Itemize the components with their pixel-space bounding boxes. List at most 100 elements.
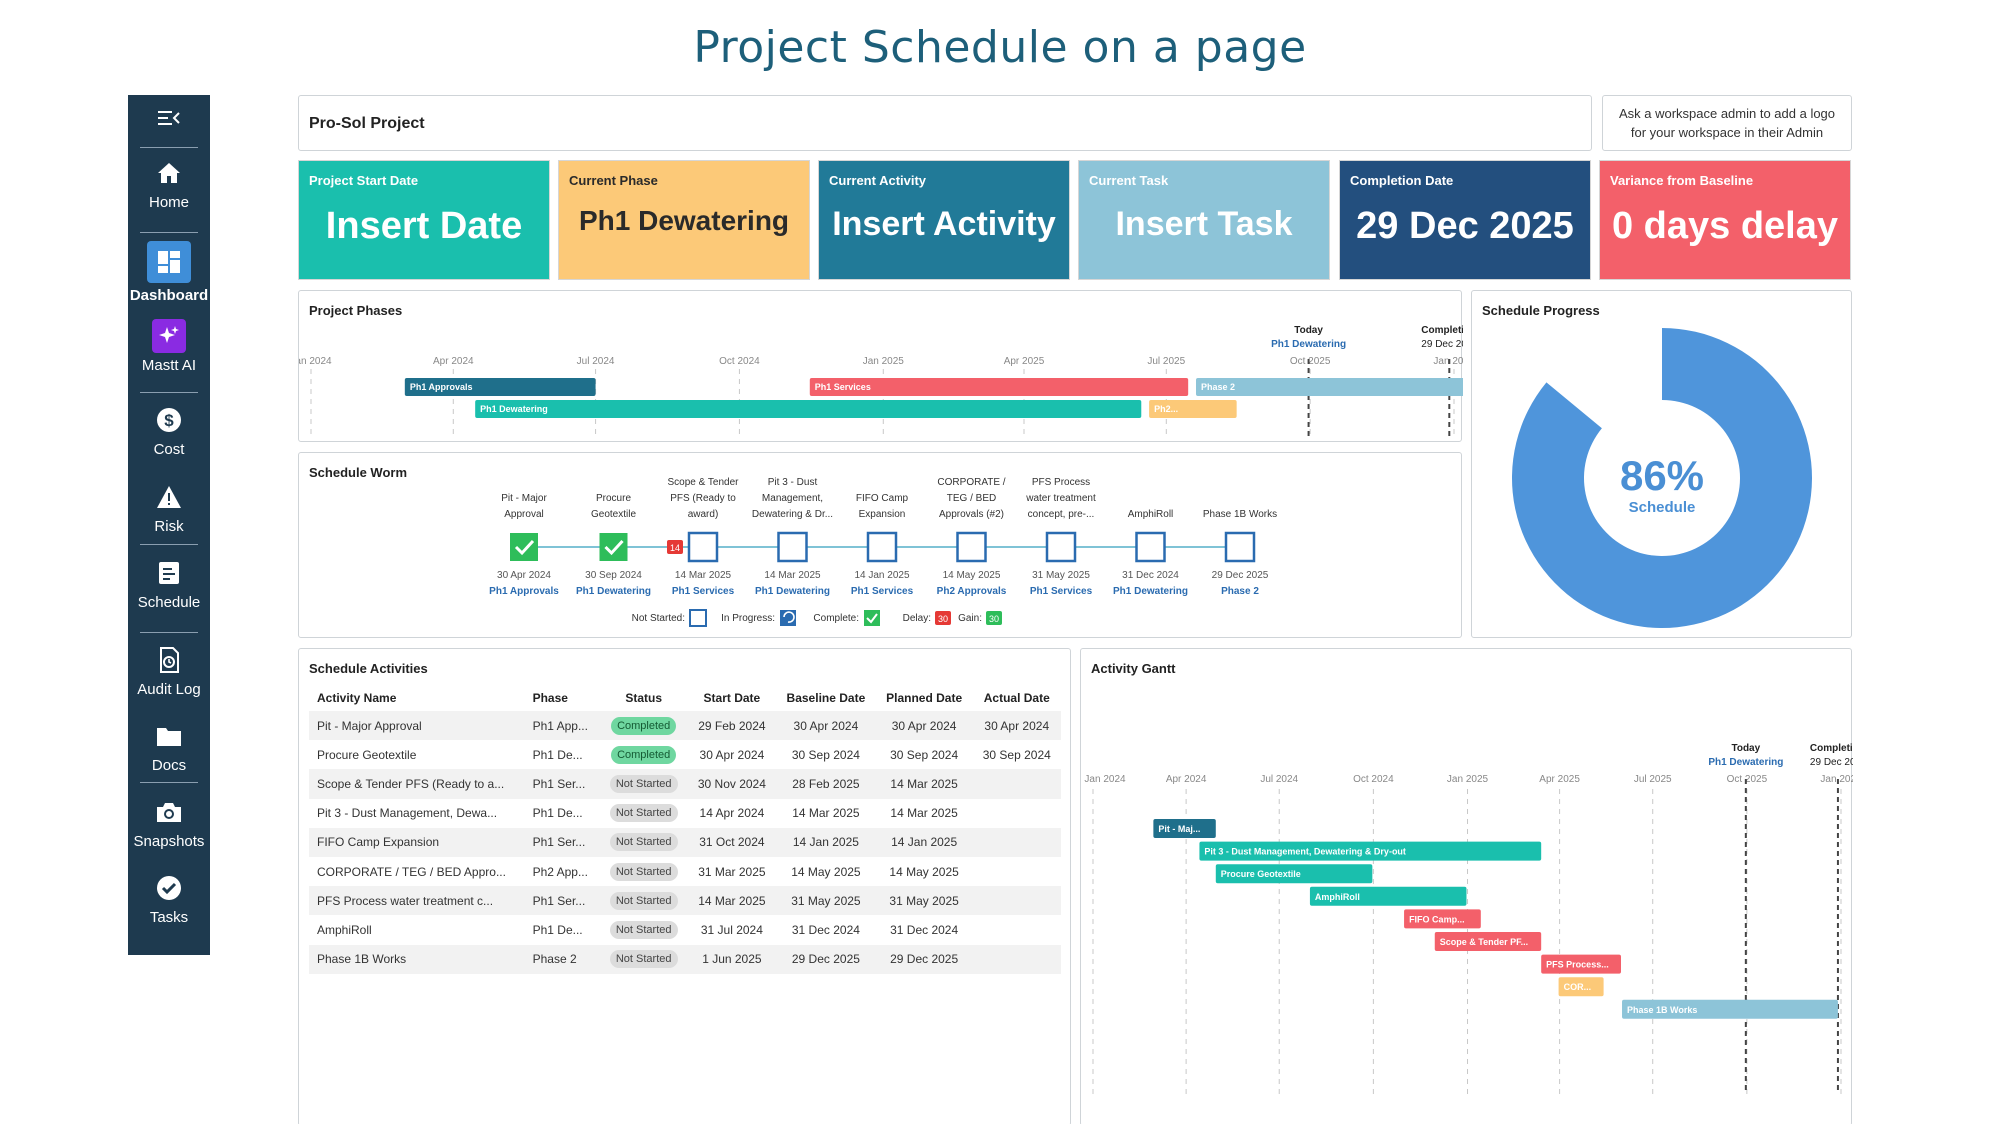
table-cell: Ph1 Ser... (524, 886, 600, 916)
sidebar-item-risk[interactable]: Risk (128, 474, 210, 544)
kpi-label: Completion Date (1350, 173, 1454, 188)
worm-milestone[interactable]: Phase 1B Works 29 Dec 2025 Phase 2 (1203, 509, 1277, 597)
sidebar-item-snapshots[interactable]: Snapshots (128, 789, 210, 859)
sidebar-item-home[interactable]: Home (128, 150, 210, 220)
table-cell: 31 May 2025 (875, 886, 973, 916)
table-row[interactable]: Pit - Major Approval Ph1 App... Completed 2… (309, 711, 1061, 741)
project-name: Pro-Sol Project (309, 115, 425, 132)
sidebar-item-label: Home (148, 194, 189, 211)
milestone-name: CORPORATE / TEG / BED Approvals (#2) (937, 477, 1005, 520)
worm-milestone[interactable]: FIFO Camp Expansion 14 Jan 2025 Ph1 Service… (851, 493, 914, 597)
page: Project Schedule on a page Home Dashboard… (0, 0, 2000, 1124)
sidebar-item-label: Docs (151, 757, 187, 774)
sidebar-item-cost[interactable]: $ Cost (128, 397, 210, 467)
worm-milestone[interactable]: Pit 3 - Dust Management, Dewatering & Dr..… (752, 477, 833, 597)
kpi-value: Insert Task (1115, 205, 1293, 243)
table-cell: 30 Sep 2024 (791, 747, 860, 762)
table-row[interactable]: Procure Geotextile Ph1 De... Completed 30 A… (309, 740, 1061, 769)
worm-milestone[interactable]: Scope & Tender PFS (Ready to award) 14 14 Ma… (667, 477, 739, 597)
sidebar-item-dashboard[interactable]: Dashboard (128, 235, 210, 305)
status-badge: Not Started (609, 804, 678, 823)
folder-icon (152, 719, 186, 753)
table-row[interactable]: PFS Process water treatment c... Ph1 Ser.… (309, 886, 1061, 916)
sidebar-item-label: Cost (153, 441, 185, 458)
milestone-date: 14 May 2025 (943, 570, 1001, 581)
table-cell: 14 Jan 2025 (776, 827, 876, 857)
legend-delay-label: Delay: (903, 613, 931, 624)
column-header[interactable]: Baseline Date (776, 685, 876, 711)
kpi-label: Current Phase (569, 173, 658, 188)
worm-milestone[interactable]: CORPORATE / TEG / BED Approvals (#2) 14 May… (937, 477, 1007, 597)
kpi-value: Ph1 Dewatering (578, 205, 790, 236)
milestone-phase: Ph1 Approvals (489, 586, 559, 597)
logo-placeholder: Ask a workspace admin to add a logo for … (1602, 95, 1852, 151)
table-cell: CORPORATE / TEG / BED Appro... (317, 864, 506, 879)
kpi-label: Variance from Baseline (1610, 173, 1754, 188)
table-row[interactable]: Phase 1B Works Phase 2 Not Started 1 Jun 20… (309, 944, 1061, 974)
column-header[interactable]: Activity Name (309, 685, 525, 711)
phase-bar-label: Ph1 Dewatering (480, 404, 548, 414)
completion-date-card: Completion Date 29 Dec 2025 (1339, 160, 1591, 280)
sidebar-item-schedule[interactable]: Schedule (128, 550, 210, 620)
table-row[interactable]: AmphiRoll Ph1 De... Not Started 31 Jul 2024… (309, 915, 1061, 944)
axis-tick-label: Jul 2025 (1147, 356, 1185, 367)
collapse-sidebar-icon[interactable] (128, 103, 210, 133)
table-cell: 31 Oct 2024 (687, 827, 777, 857)
worm-milestone[interactable]: Pit - Major Approval 30 Apr 2024 Ph1 Approv… (489, 493, 559, 597)
column-header[interactable]: Start Date (688, 685, 776, 711)
not-started-icon (866, 531, 898, 563)
milestone-date: 31 Dec 2024 (1122, 570, 1179, 581)
today-phase-label: Ph1 Dewatering (1708, 757, 1783, 768)
table-row[interactable]: CORPORATE / TEG / BED Appro... Ph2 App...… (309, 857, 1061, 886)
table-cell: Pit - Major Approval (309, 711, 525, 741)
table-cell: 14 Apr 2024 (699, 806, 765, 821)
phase-bar-label: Ph1 Approvals (410, 382, 473, 392)
phase-bar[interactable] (475, 400, 1142, 418)
table-cell: 30 Sep 2024 (982, 747, 1051, 762)
phase-bar[interactable] (1196, 378, 1463, 396)
today-phase-label: Ph1 Dewatering (1271, 339, 1346, 350)
axis-tick-label: Oct 2025 (1290, 356, 1331, 367)
table-cell: 29 Dec 2025 (776, 944, 876, 974)
sidebar-item-tasks[interactable]: Tasks (128, 865, 210, 935)
table-row[interactable]: FIFO Camp Expansion Ph1 Ser... Not Started… (309, 827, 1061, 857)
milestone-name: FIFO Camp Expansion (856, 493, 909, 520)
table-row[interactable]: Pit 3 - Dust Management, Dewa... Ph1 De..… (309, 799, 1061, 828)
table-cell: 31 Dec 2024 (890, 922, 959, 937)
column-header[interactable]: Planned Date (876, 685, 973, 711)
sidebar-divider (140, 782, 198, 783)
table-cell: AmphiRoll (317, 922, 372, 937)
progress-sublabel: Schedule (1629, 499, 1696, 516)
table-cell: 14 Mar 2025 (792, 806, 860, 821)
activity-gantt-chart: Jan 2024 Apr 2024 Jul 2024 Oct 2024 Jan 2025… (1084, 743, 1853, 1094)
axis-tick-label: Jan 2024 (1084, 774, 1126, 785)
activity-bar-label: PFS Process... (1546, 960, 1609, 970)
table-cell: 30 Apr 2024 (776, 711, 876, 741)
sidebar-item-label: Dashboard (129, 287, 209, 304)
home-icon (152, 156, 186, 190)
table-cell: 30 Nov 2024 (687, 769, 777, 799)
table-cell: FIFO Camp Expansion (309, 827, 525, 857)
not-started-icon (689, 609, 707, 627)
schedule-progress-panel: Schedule Progress 86% Schedule (1471, 290, 1852, 638)
sidebar-item-mastt-ai[interactable]: Mastt AI (128, 313, 210, 383)
milestone-date: 29 Dec 2025 (1212, 570, 1269, 581)
column-header[interactable]: Status (600, 685, 688, 711)
column-header[interactable]: Phase (525, 685, 600, 711)
phase-bar-label: Phase 2 (1201, 382, 1235, 392)
schedule-worm-panel: Schedule Worm Pit - Major Approval 30 Apr … (298, 452, 1462, 638)
worm-milestone[interactable]: AmphiRoll 31 Dec 2024 Ph1 Dewatering (1113, 509, 1188, 597)
sidebar-item-audit-log[interactable]: Audit Log (128, 637, 210, 707)
page-title: Project Schedule on a page (693, 22, 1307, 73)
activity-bar-label: Pit - Maj... (1158, 824, 1200, 834)
table-row[interactable]: Scope & Tender PFS (Ready to a... Ph1 Ser… (309, 769, 1061, 799)
completion-label: Completi (1421, 325, 1463, 336)
not-started-icon (1224, 531, 1256, 563)
worm-milestone[interactable]: PFS Process water treatment concept, pre-.… (1025, 477, 1096, 597)
worm-milestone[interactable]: Procure Geotextile 30 Sep 2024 Ph1 Dewateri… (576, 493, 651, 597)
sidebar-item-label: Mastt AI (141, 357, 197, 374)
status-badge: Not Started (609, 862, 678, 881)
sidebar-item-docs[interactable]: Docs (128, 713, 210, 783)
current-phase-card: Current Phase Ph1 Dewatering (558, 160, 810, 280)
column-header[interactable]: Actual Date (973, 685, 1061, 711)
